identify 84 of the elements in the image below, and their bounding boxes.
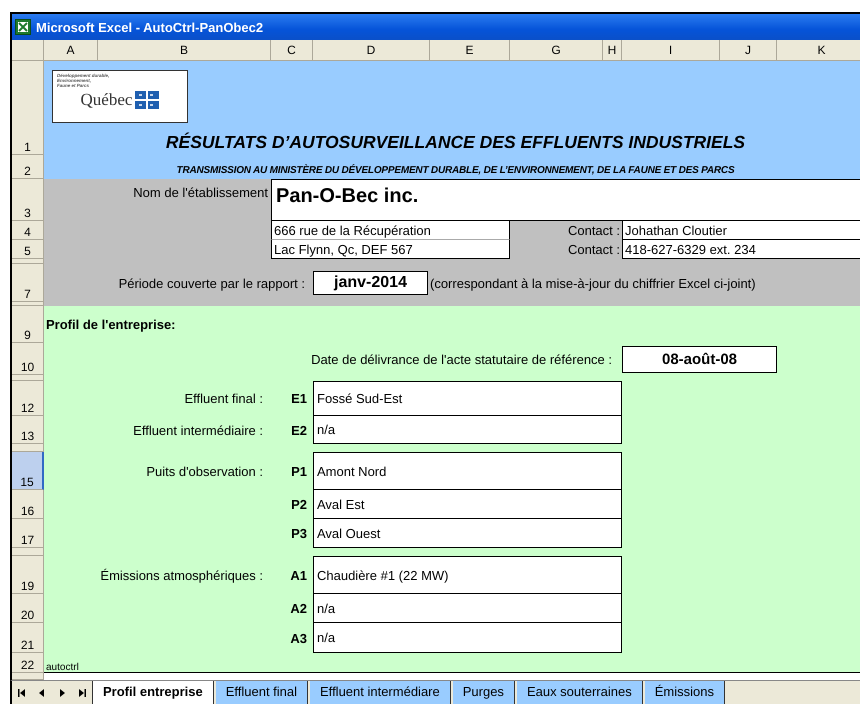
report-title: RÉSULTATS D’AUTOSURVEILLANCE DES EFFLUENTS INDUSTRIELS [164,132,746,154]
column-header[interactable]: G [510,40,603,61]
sheet-tab[interactable]: Effluent intermédiare [310,681,451,704]
column-header[interactable]: H [603,40,622,61]
column-header[interactable]: C [271,40,313,61]
contact-label: Contact : [566,222,621,240]
field-code: P3 [290,526,308,541]
period-label: Période couverte par le rapport : [118,276,306,290]
contact-label: Contact : [566,241,621,259]
column-header[interactable]: A [44,40,98,61]
field-label: Émissions atmosphériques : [99,568,264,582]
field-value-cell: Fossé Sud-Est [313,381,622,416]
row-header[interactable]: 13 [12,416,44,444]
address-cell: Lac Flynn, Qc, DEF 567 [271,240,510,259]
contact-cell: 418-627-6329 ext. 234 [622,240,860,259]
row-header[interactable]: 4 [12,221,44,240]
field-value-cell: Chaudière #1 (22 MW) [313,556,622,594]
date-label: Date de délivrance de l'acte statutaire de référence : [310,352,613,366]
row-header[interactable]: 10 [12,343,44,375]
field-label: Effluent intermédiaire : [132,422,264,438]
sheet-tab[interactable]: Émissions [644,681,725,704]
field-label: Nom de l'établissement [132,184,269,202]
field-value-cell: n/a [313,623,622,653]
period-note: (correspondant à la mise-à-jour du chiffrier Excel ci-joint) [430,276,757,290]
previous-sheet-icon[interactable] [37,688,47,698]
row-header[interactable] [12,673,44,680]
column-header[interactable]: D [313,40,430,61]
period-cell: janv-2014 [313,271,428,295]
field-code: A2 [289,601,308,616]
field-value-cell: Aval Est [313,490,622,519]
contact-cell: Johathan Cloutier [622,221,860,240]
last-sheet-icon[interactable] [77,688,87,698]
row-header[interactable]: 2 [12,155,44,179]
section-title: Profil de l'entreprise: [45,317,177,332]
field-value-cell: n/a [313,416,622,444]
field-label: Puits d'observation : [145,464,264,478]
row-header[interactable] [12,444,44,452]
column-header[interactable]: B [98,40,271,61]
address-cell: 666 rue de la Récupération [271,221,510,240]
next-sheet-icon[interactable] [57,688,67,698]
field-value-cell: n/a [313,594,622,623]
footer-note: autoctrl [45,662,80,673]
field-code: E2 [290,422,308,438]
sheet-tab[interactable]: Purges [452,681,515,704]
row-header[interactable] [12,375,44,381]
field-code: P1 [290,464,308,478]
column-header[interactable]: I [622,40,720,61]
row-header[interactable] [12,548,44,556]
row-header[interactable]: 19 [12,556,44,594]
report-subtitle: TRANSMISSION AU MINISTÈRE DU DÉVELOPPEMENT DURABLE, DE L’ENVIRONNEMENT, DE LA FAUNE ET DES PARCS [176,165,736,178]
row-header[interactable]: 21 [12,623,44,653]
flag-icon [135,91,160,109]
row-header[interactable]: 22 [12,653,44,673]
row-header[interactable]: 12 [12,381,44,416]
sheet-tab[interactable]: Profil entreprise [92,681,214,704]
row-header[interactable]: 15 [12,452,44,490]
window-title: Microsoft Excel - AutoCtrl-PanObec2 [36,20,264,34]
field-code: E1 [290,391,308,406]
establishment-name: Pan-O-Bec inc. [271,179,860,221]
row-header[interactable]: 3 [12,179,44,221]
sheet-tab[interactable]: Effluent final [216,681,308,704]
row-header[interactable]: 7 [12,264,44,302]
sheet-tab[interactable]: Eaux souterraines [516,681,643,704]
row-header[interactable]: 1 [12,61,44,155]
field-label: Effluent final : [183,391,264,406]
row-header[interactable] [12,302,44,306]
field-code: A3 [289,630,308,646]
date-cell: 08-août-08 [622,346,777,372]
row-header[interactable]: 17 [12,519,44,548]
select-all-button[interactable] [12,40,44,61]
row-header[interactable] [12,259,44,264]
field-code: P2 [290,497,308,512]
row-header[interactable]: 5 [12,240,44,259]
row-header[interactable]: 16 [12,490,44,519]
row-header[interactable]: 20 [12,594,44,623]
field-code: A1 [289,568,308,582]
field-value-cell: Amont Nord [313,452,622,490]
spreadsheet-app-icon [15,19,31,35]
column-header[interactable]: J [720,40,777,61]
column-header[interactable]: K [777,40,860,61]
first-sheet-icon[interactable] [17,688,27,698]
row-header[interactable]: 9 [12,306,44,343]
column-header[interactable]: E [430,40,510,61]
field-value-cell: Aval Ouest [313,519,622,548]
